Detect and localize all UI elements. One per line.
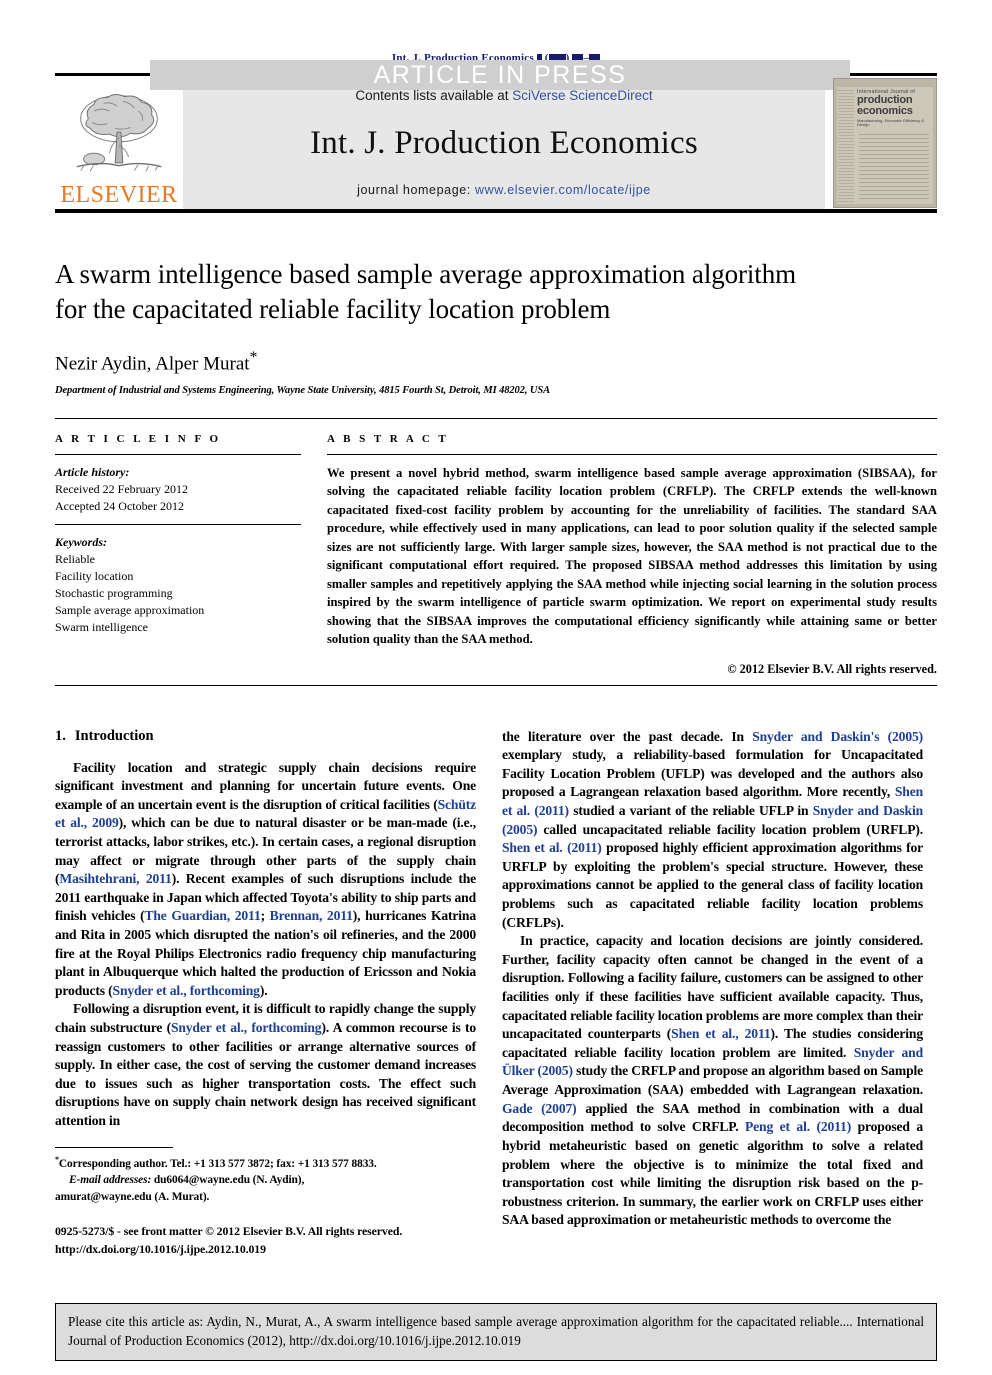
citation-link[interactable]: Shen et al., 2011 bbox=[671, 1026, 770, 1041]
journal-homepage-label: journal homepage: bbox=[357, 183, 471, 197]
abstract-rule bbox=[327, 453, 937, 455]
cover-line-3: economics bbox=[857, 105, 913, 118]
article-in-press-label: ARTICLE IN PRESS bbox=[373, 60, 627, 89]
footnote-rule bbox=[55, 1146, 173, 1148]
citation-link[interactable]: Snyder and Daskin's (2005) bbox=[752, 729, 923, 744]
citation-link[interactable]: Gade (2007) bbox=[502, 1101, 577, 1116]
citation-link[interactable]: Snyder et al., forthcoming bbox=[113, 983, 260, 998]
journal-homepage-line: journal homepage: www.elsevier.com/locat… bbox=[357, 183, 651, 197]
sciencedirect-link[interactable]: SciVerse ScienceDirect bbox=[512, 88, 652, 103]
paragraph-text: ; bbox=[260, 908, 270, 924]
publisher-logo-block: ELSEVIER bbox=[55, 76, 183, 209]
imprint-block: 0925-5273/$ - see front matter © 2012 El… bbox=[55, 1223, 476, 1258]
citation-link[interactable]: Shen et al. (2011) bbox=[502, 840, 602, 855]
affiliation: Department of Industrial and Systems Eng… bbox=[55, 384, 551, 396]
article-title: A swarm intelligence based sample averag… bbox=[55, 257, 937, 327]
contents-lists-prefix: Contents lists available at bbox=[355, 88, 509, 103]
article-in-press-banner: ARTICLE IN PRESS bbox=[150, 60, 850, 90]
abstract-column: A B S T R A C T We present a novel hybri… bbox=[327, 433, 937, 677]
article-accepted-date: Accepted 24 October 2012 bbox=[55, 498, 184, 513]
footnote-block: *Corresponding author. Tel.: +1 313 577 … bbox=[55, 1146, 476, 1259]
keyword-item: Sample average approximation bbox=[55, 602, 205, 617]
author-list: Nezir Aydin, Alper Murat* bbox=[55, 349, 937, 375]
email-addresses-label: E-mail addresses: bbox=[69, 1174, 152, 1187]
section-number: 1. bbox=[55, 727, 66, 744]
email-address-2[interactable]: amurat@wayne.edu (A. Murat). bbox=[55, 1191, 209, 1203]
paragraph-text: Facility location and strategic supply c… bbox=[55, 759, 476, 812]
cover-line-4: Manufacturing, Economic Efficiency & Des… bbox=[857, 117, 925, 128]
masthead-bottom-rule bbox=[55, 209, 937, 213]
paragraph: In practice, capacity and location decis… bbox=[502, 932, 923, 1230]
article-title-line2: for the capacitated reliable facility lo… bbox=[55, 294, 611, 325]
info-abstract-row: A R T I C L E I N F O Article history: R… bbox=[55, 419, 937, 677]
article-history-label: Article history: bbox=[55, 464, 130, 479]
corresponding-author-marker: * bbox=[249, 349, 258, 367]
paragraph-text: ). A common recourse is to reassign cust… bbox=[55, 1020, 476, 1129]
article-page: ARTICLE IN PRESS Int. J. Production Econ… bbox=[0, 52, 992, 1375]
title-block: A swarm intelligence based sample averag… bbox=[55, 257, 937, 396]
abstract-heading: A B S T R A C T bbox=[327, 432, 449, 445]
keyword-item: Stochastic programming bbox=[55, 585, 173, 600]
masthead-center: Contents lists available at SciVerse Sci… bbox=[183, 76, 825, 209]
citation-link[interactable]: The Guardian, 2011 bbox=[144, 908, 260, 923]
article-received-date: Received 22 February 2012 bbox=[55, 481, 188, 496]
abstract-text: We present a novel hybrid method, swarm … bbox=[327, 465, 937, 647]
email-address-1[interactable]: du6064@wayne.edu (N. Aydin), bbox=[154, 1174, 304, 1186]
article-info-column: A R T I C L E I N F O Article history: R… bbox=[55, 433, 301, 677]
doi-link[interactable]: http://dx.doi.org/10.1016/j.ijpe.2012.10… bbox=[55, 1241, 476, 1259]
journal-homepage-link[interactable]: www.elsevier.com/locate/ijpe bbox=[475, 183, 651, 197]
cite-this-article-text: Please cite this article as: Aydin, N., … bbox=[68, 1314, 924, 1348]
paragraph: Facility location and strategic supply c… bbox=[55, 759, 476, 1001]
corresponding-author-note: Corresponding author. Tel.: +1 313 577 3… bbox=[58, 1157, 377, 1170]
citation-link[interactable]: Peng et al. (2011) bbox=[745, 1119, 851, 1134]
abstract-copyright: © 2012 Elsevier B.V. All rights reserved… bbox=[727, 661, 937, 676]
article-history-block: Article history: Received 22 February 20… bbox=[55, 464, 301, 515]
article-info-heading: A R T I C L E I N F O bbox=[55, 432, 222, 445]
paragraph: the literature over the past decade. In … bbox=[502, 728, 923, 933]
journal-title: Int. J. Production Economics bbox=[310, 124, 698, 161]
cite-this-article-box: Please cite this article as: Aydin, N., … bbox=[55, 1303, 937, 1361]
section-heading-introduction: 1. Introduction bbox=[55, 728, 476, 745]
paragraph-text: proposed a hybrid metaheuristic based on… bbox=[502, 1119, 923, 1228]
section-title: Introduction bbox=[74, 727, 154, 744]
paragraph-text: studied a variant of the reliable UFLP i… bbox=[568, 802, 813, 818]
masthead-right: International Journal of production econ… bbox=[825, 76, 937, 209]
citation-link[interactable]: Snyder et al., forthcoming bbox=[171, 1020, 322, 1035]
paragraph-text: ). bbox=[259, 982, 268, 998]
body-column-left: 1. Introduction Facility location and str… bbox=[55, 728, 476, 1259]
info-abstract-bottom-rule bbox=[55, 684, 937, 686]
keyword-item: Facility location bbox=[55, 568, 134, 583]
email-line-1: E-mail addresses: du6064@wayne.edu (N. A… bbox=[55, 1172, 476, 1189]
paragraph-text: called uncapacitated reliable facility l… bbox=[537, 821, 923, 837]
body-columns: 1. Introduction Facility location and str… bbox=[55, 728, 937, 1259]
paragraph: Following a disruption event, it is diff… bbox=[55, 1000, 476, 1130]
body-column-right: the literature over the past decade. In … bbox=[502, 728, 923, 1259]
paragraph-text: the literature over the past decade. In bbox=[502, 728, 753, 744]
keyword-item: Reliable bbox=[55, 551, 95, 566]
journal-masthead: ELSEVIER Contents lists available at Sci… bbox=[55, 76, 937, 209]
citation-link[interactable]: Masihtehrani, 2011 bbox=[59, 871, 171, 886]
keywords-block: Keywords: Reliable Facility location Sto… bbox=[55, 534, 301, 636]
article-info-rule bbox=[55, 453, 301, 455]
issn-front-matter: 0925-5273/$ - see front matter © 2012 El… bbox=[55, 1224, 403, 1239]
keywords-rule bbox=[55, 523, 301, 525]
elsevier-wordmark: ELSEVIER bbox=[60, 182, 178, 208]
footnote-text: *Corresponding author. Tel.: +1 313 577 … bbox=[55, 1154, 476, 1205]
paragraph-text: exemplary study, a reliability-based for… bbox=[502, 747, 923, 800]
journal-cover-thumbnail: International Journal of production econ… bbox=[833, 77, 937, 208]
keyword-item: Swarm intelligence bbox=[55, 619, 148, 634]
article-title-line1: A swarm intelligence based sample averag… bbox=[55, 259, 797, 289]
citation-link[interactable]: Brennan, 2011 bbox=[270, 908, 353, 923]
elsevier-tree-icon bbox=[76, 94, 162, 172]
keywords-label: Keywords: bbox=[55, 534, 107, 549]
author-names: Nezir Aydin, Alper Murat bbox=[55, 353, 250, 375]
contents-lists-line: Contents lists available at SciVerse Sci… bbox=[355, 88, 652, 103]
